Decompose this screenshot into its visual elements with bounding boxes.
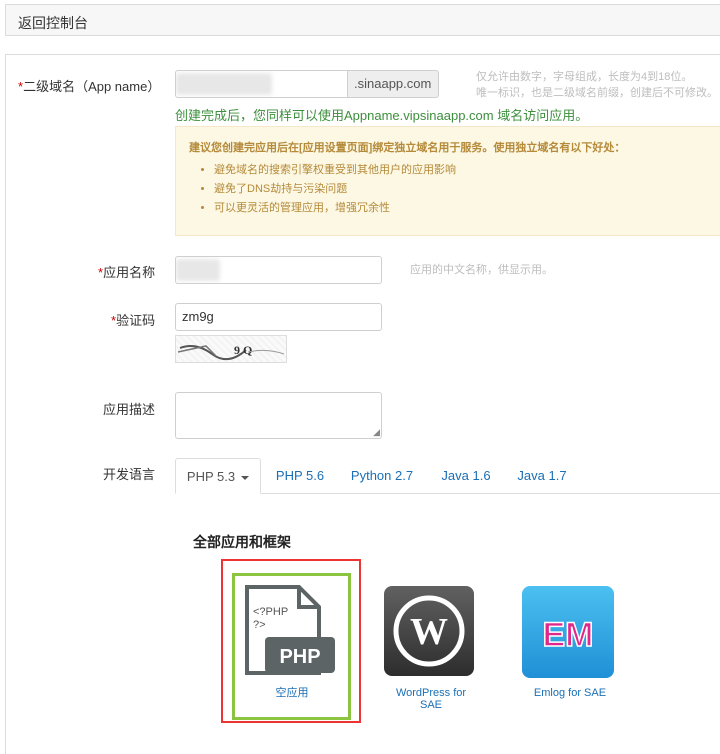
tab-java-1-6[interactable]: Java 1.6 [433, 458, 499, 493]
tab-python-2-7[interactable]: Python 2.7 [341, 458, 423, 493]
domain-binding-notice: 建议您创建完应用后在[应用设置页面]绑定独立域名用于服务。使用独立域名有以下好处… [175, 126, 720, 236]
chevron-down-icon [241, 475, 250, 480]
language-label: 开发语言 [103, 467, 156, 482]
empty-app-label[interactable]: 空应用 [232, 687, 352, 699]
redacted-value [176, 73, 272, 95]
wordpress-icon[interactable]: W [384, 586, 474, 676]
notice-title: 建议您创建完应用后在[应用设置页面]绑定独立域名用于服务。使用独立域名有以下好处… [189, 142, 626, 154]
back-to-console-bar[interactable]: 返回控制台 [5, 4, 720, 36]
tab-php-5-3[interactable]: PHP 5.3 [175, 458, 261, 494]
domain-suffix: .sinaapp.com [347, 70, 439, 98]
emlog-label[interactable]: Emlog for SAE [510, 687, 630, 699]
captcha-image-text: 9 Q [234, 343, 252, 357]
description-textarea[interactable]: ◢ [175, 392, 382, 439]
domain-note: 创建完成后，您同样可以使用Appname.vipsinaapp.com 域名访问… [175, 108, 589, 123]
svg-text:?>: ?> [253, 619, 266, 631]
resize-handle-icon[interactable]: ◢ [373, 428, 380, 437]
captcha-image[interactable]: 9 Q [175, 335, 287, 363]
emlog-logo: EM [543, 616, 594, 654]
wordpress-logo: W [410, 611, 448, 653]
wordpress-label[interactable]: WordPress for SAE [371, 687, 491, 711]
description-label: 应用描述 [103, 402, 156, 417]
list-item: 可以更灵活的管理应用，增强冗余性 [214, 199, 456, 218]
tab-php-5-6[interactable]: PHP 5.6 [265, 458, 335, 493]
domain-hint: 仅允许由数字，字母组成，长度为4到18位。 唯一标识，也是二级域名前缀，创建后不… [476, 71, 718, 99]
back-to-console-link[interactable]: 返回控制台 [18, 13, 88, 33]
language-tabs: PHP 5.3 PHP 5.6 Python 2.7 Java 1.6 Java… [175, 458, 720, 494]
captcha-label: *验证码 [111, 313, 156, 328]
php-file-icon[interactable]: <?PHP ?> PHP [243, 585, 337, 677]
php-badge: PHP [279, 646, 320, 668]
emlog-icon[interactable]: EM [522, 586, 614, 678]
app-name-input[interactable] [175, 256, 382, 284]
captcha-input[interactable]: zm9g [175, 303, 382, 331]
tab-java-1-7[interactable]: Java 1.7 [509, 458, 575, 493]
app-name-hint: 应用的中文名称，供显示用。 [410, 264, 553, 276]
app-name-label: *应用名称 [98, 265, 156, 280]
list-item: 避免域名的搜索引擎权重受到其他用户的应用影响 [214, 161, 456, 180]
redacted-value [176, 259, 220, 281]
list-item: 避免了DNS劫持与污染问题 [214, 180, 456, 199]
svg-text:<?PHP: <?PHP [253, 606, 288, 618]
apps-section-title: 全部应用和框架 [193, 534, 291, 550]
captcha-noise: 9 Q [177, 343, 285, 361]
domain-input[interactable] [175, 70, 348, 98]
domain-label: *二级域名（App name） [18, 79, 161, 94]
notice-list: 避免域名的搜索引擎权重受到其他用户的应用影响 避免了DNS劫持与污染问题 可以更… [176, 161, 456, 218]
